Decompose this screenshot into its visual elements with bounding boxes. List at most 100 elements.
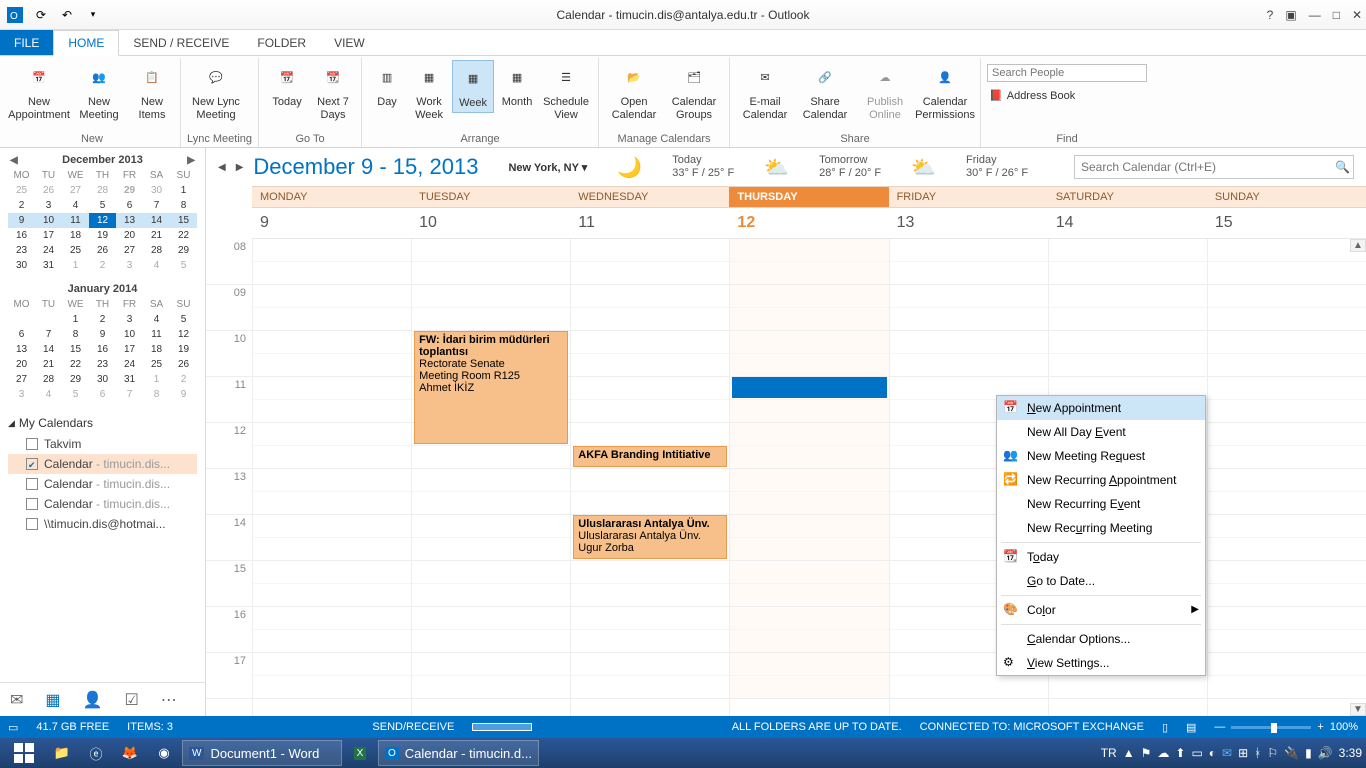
help-icon[interactable]: ? xyxy=(1267,8,1274,22)
mini-cal-day[interactable]: 9 xyxy=(89,327,116,342)
taskbar-excel-icon[interactable]: X xyxy=(344,740,376,766)
mini-cal-day[interactable]: 16 xyxy=(8,228,35,243)
ctx-goto-date[interactable]: Go to Date... xyxy=(997,569,1205,593)
tray-icon[interactable]: ⚑ xyxy=(1141,746,1152,760)
next7days-button[interactable]: 📆Next 7 Days xyxy=(311,60,355,123)
mini-cal-day[interactable]: 6 xyxy=(89,387,116,402)
tray-icon[interactable]: ▭ xyxy=(1191,746,1202,760)
mini-cal-day[interactable]: 2 xyxy=(89,312,116,327)
date-number[interactable]: 14 xyxy=(1048,208,1207,238)
qat-sendreceive-icon[interactable]: ⟳ xyxy=(32,6,50,24)
new-lync-meeting-button[interactable]: 💬New Lync Meeting xyxy=(187,60,245,123)
day-column[interactable] xyxy=(729,239,888,716)
calendar-list-item[interactable]: Calendar - timucin.dis... xyxy=(8,454,197,474)
qat-undo-icon[interactable]: ↶ xyxy=(58,6,76,24)
mini-cal-day[interactable]: 14 xyxy=(143,213,170,228)
tab-file[interactable]: FILE xyxy=(0,30,53,55)
calendar-peek-icon[interactable]: ▦ xyxy=(45,690,60,710)
close-icon[interactable]: ✕ xyxy=(1352,8,1362,22)
mini-cal-day[interactable]: 8 xyxy=(170,198,197,213)
calendar-list-item[interactable]: Calendar - timucin.dis... xyxy=(8,474,197,494)
ribbon-display-icon[interactable]: ▣ xyxy=(1285,8,1296,22)
mini-cal-day[interactable]: 19 xyxy=(170,342,197,357)
appointment[interactable]: FW: İdari birim müdürleri toplantısıRect… xyxy=(414,331,568,444)
ctx-new-recurring-appointment[interactable]: 🔁New Recurring Appointment xyxy=(997,468,1205,492)
search-calendar-input[interactable] xyxy=(1074,155,1354,179)
week-view-button[interactable]: ▦Week xyxy=(452,60,494,113)
mini-cal-day[interactable]: 24 xyxy=(116,357,143,372)
day-column[interactable]: FW: İdari birim müdürleri toplantısıRect… xyxy=(411,239,570,716)
mini-cal-day[interactable]: 17 xyxy=(35,228,62,243)
mini-cal-day[interactable]: 12 xyxy=(170,327,197,342)
search-people-input[interactable] xyxy=(987,64,1147,82)
day-column[interactable]: AKFA Branding Intitiative Uluslararası An… xyxy=(570,239,729,716)
tray-clock[interactable]: 3:39 xyxy=(1339,746,1362,760)
address-book-button[interactable]: 📕Address Book xyxy=(987,86,1075,102)
date-number[interactable]: 11 xyxy=(570,208,729,238)
search-icon[interactable]: 🔍 xyxy=(1335,160,1350,174)
mini-cal-day[interactable]: 31 xyxy=(35,258,62,273)
share-calendar-button[interactable]: 🔗Share Calendar xyxy=(796,60,854,123)
mini-cal-day[interactable]: 2 xyxy=(170,372,197,387)
mini-cal-day[interactable]: 3 xyxy=(35,198,62,213)
mini-cal-day[interactable] xyxy=(35,312,62,327)
mini-cal-day[interactable]: 30 xyxy=(8,258,35,273)
mini-cal-day[interactable]: 18 xyxy=(143,342,170,357)
calendar-permissions-button[interactable]: 👤Calendar Permissions xyxy=(916,60,974,123)
zoom-slider[interactable] xyxy=(1231,726,1311,729)
mini-cal-day[interactable]: 25 xyxy=(143,357,170,372)
mini-cal-day[interactable]: 22 xyxy=(62,357,89,372)
mini-cal-day[interactable]: 4 xyxy=(143,258,170,273)
schedule-view-button[interactable]: ☰Schedule View xyxy=(540,60,592,123)
tray-outlook-icon[interactable]: ✉ xyxy=(1222,746,1232,760)
mini-cal-day[interactable]: 13 xyxy=(8,342,35,357)
ctx-new-meeting-request[interactable]: 👥New Meeting Request xyxy=(997,444,1205,468)
day-view-button[interactable]: ▥Day xyxy=(368,60,406,111)
mini-cal-day[interactable]: 6 xyxy=(8,327,35,342)
tray-volume-icon[interactable]: 🔊 xyxy=(1318,746,1333,760)
mini-cal-day[interactable]: 29 xyxy=(116,183,143,198)
ctx-new-recurring-event[interactable]: New Recurring Event xyxy=(997,492,1205,516)
start-button[interactable] xyxy=(4,740,44,766)
tray-icon[interactable]: ⬆ xyxy=(1175,746,1185,760)
ctx-color[interactable]: 🎨Color▶ xyxy=(997,598,1205,622)
more-peek-icon[interactable]: ⋯ xyxy=(161,690,177,710)
mini-cal-day[interactable]: 23 xyxy=(89,357,116,372)
mini-cal-day[interactable]: 6 xyxy=(116,198,143,213)
mini-cal-day[interactable] xyxy=(8,312,35,327)
calendar-list-item[interactable]: \\timucin.dis@hotmai... xyxy=(8,514,197,534)
mini-cal-day[interactable]: 3 xyxy=(116,258,143,273)
mini-cal-day[interactable]: 7 xyxy=(143,198,170,213)
mini-cal-day[interactable]: 1 xyxy=(170,183,197,198)
people-peek-icon[interactable]: 👤 xyxy=(83,690,103,710)
mini-cal-day[interactable]: 23 xyxy=(8,243,35,258)
appointment[interactable]: Uluslararası Antalya Ünv.Uluslararası An… xyxy=(573,515,727,559)
date-number[interactable]: 15 xyxy=(1207,208,1366,238)
taskbar-chrome-icon[interactable]: ◉ xyxy=(148,740,180,766)
minimize-icon[interactable]: — xyxy=(1309,8,1321,22)
ctx-new-allday-event[interactable]: New All Day Event xyxy=(997,420,1205,444)
qat-customize-icon[interactable]: ▾ xyxy=(84,6,102,24)
mini-cal-day[interactable]: 13 xyxy=(116,213,143,228)
ctx-today[interactable]: 📆Today xyxy=(997,545,1205,569)
taskbar-firefox-icon[interactable]: 🦊 xyxy=(114,740,146,766)
appointment-selected[interactable] xyxy=(732,377,886,398)
email-calendar-button[interactable]: ✉E-mail Calendar xyxy=(736,60,794,123)
mini-cal-day[interactable]: 1 xyxy=(62,312,89,327)
zoom-out-icon[interactable]: — xyxy=(1214,721,1225,733)
mini-cal-day[interactable]: 4 xyxy=(62,198,89,213)
tab-folder[interactable]: FOLDER xyxy=(243,30,320,55)
appointment[interactable]: AKFA Branding Intitiative xyxy=(573,446,727,467)
mini-cal-day[interactable]: 8 xyxy=(143,387,170,402)
mini-cal-day[interactable]: 8 xyxy=(62,327,89,342)
weather-location[interactable]: New York, NY ▾ xyxy=(508,161,587,174)
tray-bluetooth-icon[interactable]: ᚼ xyxy=(1254,746,1261,760)
day-column[interactable] xyxy=(1207,239,1366,716)
ctx-new-recurring-meeting[interactable]: New Recurring Meeting xyxy=(997,516,1205,540)
taskbar-word[interactable]: WDocument1 - Word xyxy=(182,740,342,766)
next-week-icon[interactable]: ▶ xyxy=(236,162,244,173)
new-appointment-button[interactable]: 📅New Appointment xyxy=(10,60,68,123)
taskbar-explorer-icon[interactable]: 📁 xyxy=(46,740,78,766)
mini-cal-day[interactable]: 26 xyxy=(35,183,62,198)
ctx-calendar-options[interactable]: Calendar Options... xyxy=(997,627,1205,651)
